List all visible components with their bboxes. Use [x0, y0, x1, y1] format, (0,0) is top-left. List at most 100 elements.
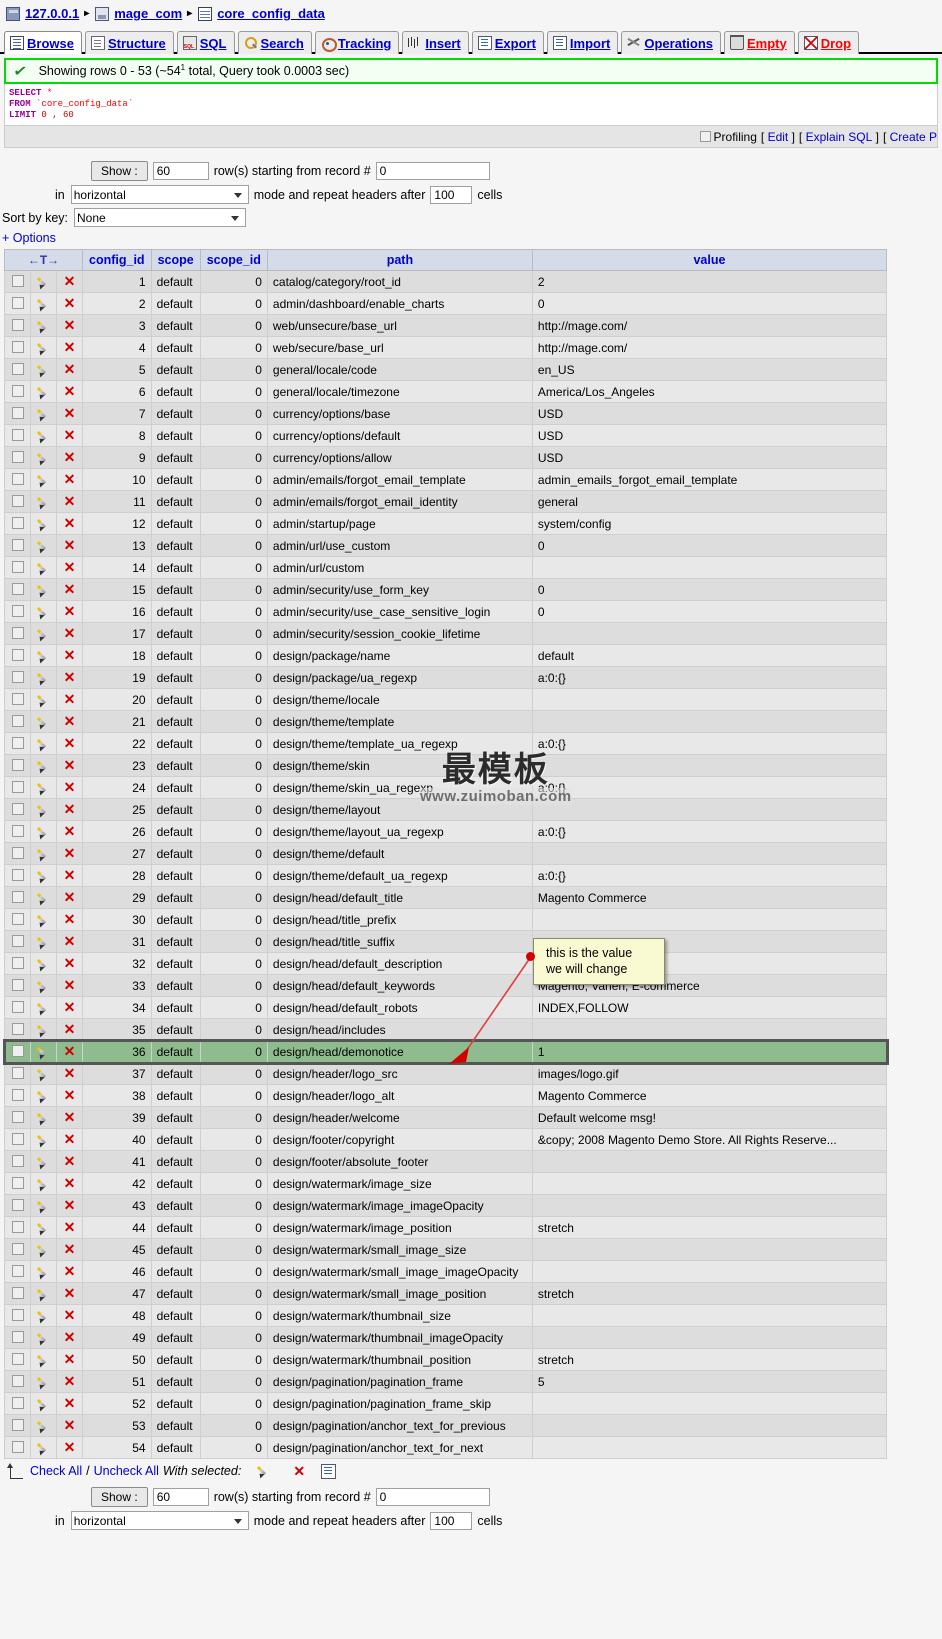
edit-icon[interactable] — [37, 1331, 51, 1345]
delete-icon[interactable]: ✕ — [64, 647, 76, 663]
row-checkbox[interactable] — [11, 516, 24, 529]
row-delete-cell[interactable]: ✕ — [56, 534, 83, 557]
row-checkbox[interactable] — [11, 1418, 24, 1431]
table-row[interactable]: ✕ 22 default 0 design/theme/template_ua_rege… — [4, 732, 888, 755]
edit-icon[interactable] — [37, 1441, 51, 1455]
row-checkbox[interactable] — [11, 1022, 24, 1035]
repeat-headers-input-bottom[interactable] — [430, 1511, 473, 1530]
edit-icon[interactable] — [37, 451, 51, 465]
delete-icon[interactable]: ✕ — [64, 1439, 76, 1455]
row-delete-cell[interactable]: ✕ — [56, 1150, 83, 1173]
row-checkbox[interactable] — [11, 1110, 24, 1123]
row-checkbox-cell[interactable] — [4, 666, 31, 689]
row-delete-cell[interactable]: ✕ — [56, 688, 83, 711]
row-edit-cell[interactable] — [30, 1172, 57, 1195]
row-delete-cell[interactable]: ✕ — [56, 292, 83, 315]
row-checkbox-cell[interactable] — [4, 952, 31, 975]
row-checkbox[interactable] — [11, 802, 24, 815]
row-checkbox[interactable] — [11, 560, 24, 573]
sql-explain-link[interactable]: [ Explain SQL ] — [799, 130, 879, 144]
delete-icon[interactable]: ✕ — [64, 361, 76, 377]
row-checkbox-cell[interactable] — [4, 1282, 31, 1305]
delete-icon[interactable]: ✕ — [64, 955, 76, 971]
edit-icon[interactable] — [37, 1177, 51, 1191]
row-checkbox-cell[interactable] — [4, 292, 31, 315]
row-delete-cell[interactable]: ✕ — [56, 1106, 83, 1129]
delete-icon[interactable]: ✕ — [64, 1307, 76, 1323]
row-checkbox[interactable] — [11, 714, 24, 727]
table-row[interactable]: ✕ 14 default 0 admin/url/custom — [4, 556, 888, 579]
table-row[interactable]: ✕ 2 default 0 admin/dashboard/enable_charts 0 — [4, 292, 888, 315]
row-delete-cell[interactable]: ✕ — [56, 1194, 83, 1217]
tab-search[interactable]: Search — [237, 31, 312, 54]
delete-icon[interactable]: ✕ — [64, 1021, 76, 1037]
row-checkbox[interactable] — [11, 604, 24, 617]
table-row[interactable]: ✕ 21 default 0 design/theme/template — [4, 710, 888, 733]
row-edit-cell[interactable] — [30, 820, 57, 843]
row-checkbox-cell[interactable] — [4, 776, 31, 799]
table-row[interactable]: ✕ 47 default 0 design/watermark/small_image_… — [4, 1282, 888, 1305]
row-delete-cell[interactable]: ✕ — [56, 446, 83, 469]
row-checkbox-cell[interactable] — [4, 1062, 31, 1085]
row-delete-cell[interactable]: ✕ — [56, 754, 83, 777]
edit-icon[interactable] — [37, 1243, 51, 1257]
row-checkbox[interactable] — [11, 692, 24, 705]
row-edit-cell[interactable] — [30, 358, 57, 381]
column-header-value[interactable]: value — [531, 249, 888, 271]
table-row[interactable]: ✕ 10 default 0 admin/emails/forgot_email_tem… — [4, 468, 888, 491]
row-checkbox[interactable] — [11, 1308, 24, 1321]
edit-icon[interactable] — [37, 517, 51, 531]
row-edit-cell[interactable] — [30, 1326, 57, 1349]
show-button-top[interactable]: Show : — [91, 161, 148, 181]
edit-icon[interactable] — [37, 1023, 51, 1037]
delete-icon[interactable]: ✕ — [64, 295, 76, 311]
row-delete-cell[interactable]: ✕ — [56, 1172, 83, 1195]
row-edit-cell[interactable] — [30, 446, 57, 469]
row-checkbox[interactable] — [11, 626, 24, 639]
table-row[interactable]: ✕ 15 default 0 admin/security/use_form_key 0 — [4, 578, 888, 601]
delete-icon[interactable]: ✕ — [64, 1351, 76, 1367]
edit-icon[interactable] — [37, 539, 51, 553]
row-checkbox-cell[interactable] — [4, 1018, 31, 1041]
row-checkbox[interactable] — [11, 1242, 24, 1255]
row-delete-cell[interactable]: ✕ — [56, 1282, 83, 1305]
tab-import[interactable]: Import — [546, 31, 619, 54]
edit-icon[interactable] — [37, 1089, 51, 1103]
row-edit-cell[interactable] — [30, 930, 57, 953]
row-checkbox-cell[interactable] — [4, 1150, 31, 1173]
rows-count-input-top[interactable] — [152, 162, 209, 180]
row-checkbox[interactable] — [11, 1286, 24, 1299]
row-delete-cell[interactable]: ✕ — [56, 468, 83, 491]
table-row[interactable]: ✕ 26 default 0 design/theme/layout_ua_regexp… — [4, 820, 888, 843]
tab-empty[interactable]: Empty — [724, 31, 795, 54]
row-checkbox-cell[interactable] — [4, 446, 31, 469]
row-checkbox-cell[interactable] — [4, 358, 31, 381]
delete-icon[interactable]: ✕ — [64, 669, 76, 685]
tab-browse[interactable]: Browse — [4, 31, 82, 54]
row-edit-cell[interactable] — [30, 270, 57, 293]
row-edit-cell[interactable] — [30, 402, 57, 425]
edit-icon[interactable] — [37, 737, 51, 751]
edit-icon[interactable] — [37, 847, 51, 861]
row-edit-cell[interactable] — [30, 776, 57, 799]
delete-icon[interactable]: ✕ — [64, 471, 76, 487]
row-checkbox-cell[interactable] — [4, 402, 31, 425]
row-edit-cell[interactable] — [30, 1216, 57, 1239]
row-delete-cell[interactable]: ✕ — [56, 1436, 83, 1459]
table-row[interactable]: ✕ 54 default 0 design/pagination/anchor_text… — [4, 1436, 888, 1459]
row-checkbox-cell[interactable] — [4, 798, 31, 821]
row-delete-cell[interactable]: ✕ — [56, 556, 83, 579]
delete-icon[interactable]: ✕ — [64, 845, 76, 861]
delete-icon[interactable]: ✕ — [64, 317, 76, 333]
sort-by-key-select[interactable]: None — [74, 208, 246, 227]
row-edit-cell[interactable] — [30, 666, 57, 689]
table-row[interactable]: ✕ 9 default 0 currency/options/allow USD — [4, 446, 888, 469]
table-row[interactable]: ✕ 16 default 0 admin/security/use_case_sensi… — [4, 600, 888, 623]
delete-icon[interactable]: ✕ — [64, 977, 76, 993]
row-checkbox-cell[interactable] — [4, 1106, 31, 1129]
row-edit-cell[interactable] — [30, 1348, 57, 1371]
table-row[interactable]: ✕ 50 default 0 design/watermark/thumbnail_po… — [4, 1348, 888, 1371]
row-checkbox-cell[interactable] — [4, 754, 31, 777]
row-delete-cell[interactable]: ✕ — [56, 1392, 83, 1415]
row-checkbox-cell[interactable] — [4, 886, 31, 909]
